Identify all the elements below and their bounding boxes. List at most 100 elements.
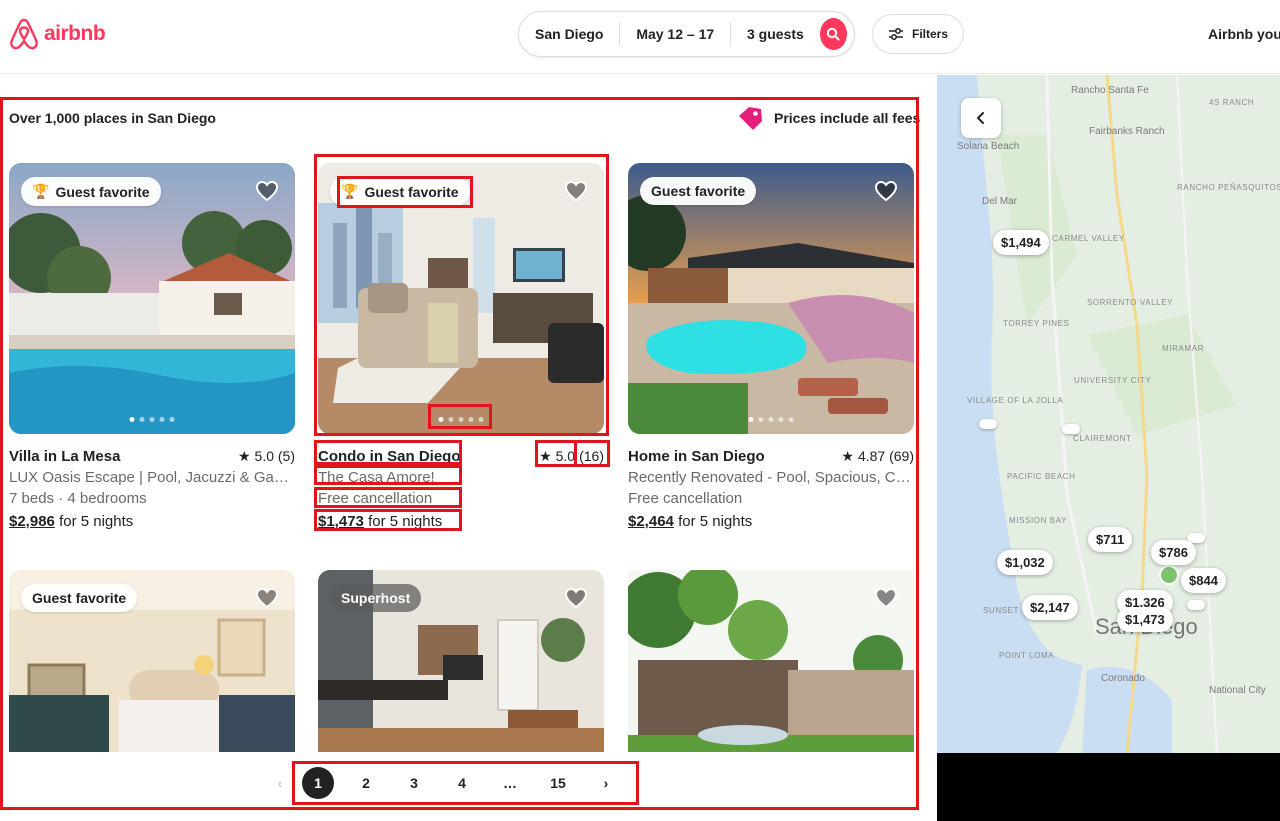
listing-subtitle: Recently Renovated - Pool, Spacious, Cen…	[628, 469, 914, 486]
rating-text: 5.0 (5)	[254, 448, 295, 464]
listing-detail: 7 beds · 4 bedrooms	[9, 490, 147, 507]
prev-page-icon[interactable]: ‹	[274, 767, 286, 799]
collapse-map-button[interactable]	[961, 98, 1001, 138]
listing-photo[interactable]: 🏆 Guest favorite	[9, 163, 295, 434]
listing-subtitle: The Casa Amore!	[318, 469, 435, 486]
top-header: airbnb San Diego May 12 – 17 3 guests Fi…	[0, 0, 1280, 74]
listing-card[interactable]: Superhost	[318, 570, 604, 752]
guest-favorite-badge: Guest favorite	[640, 177, 757, 205]
rating-text: 4.87 (69)	[857, 448, 914, 464]
badge-label: Guest favorite	[364, 183, 459, 200]
price-marker[interactable]: $1,032	[997, 550, 1053, 575]
search-guests[interactable]: 3 guests	[731, 26, 820, 42]
page-1[interactable]: 1	[302, 767, 334, 799]
photo-carousel-dots[interactable]	[129, 417, 175, 422]
results-count: Over 1,000 places in San Diego	[9, 110, 216, 126]
badge-label: Guest favorite	[651, 183, 746, 199]
map-label: Coronado	[1101, 673, 1145, 684]
badge-label: Guest favorite	[32, 590, 127, 606]
next-page-icon[interactable]: ›	[590, 767, 622, 799]
listing-card[interactable]: Guest favorite	[9, 570, 295, 752]
listing-detail: Free cancellation	[628, 490, 743, 507]
host-link[interactable]: Airbnb you	[1208, 26, 1280, 42]
badge-label: Guest favorite	[55, 183, 150, 200]
map-label: Rancho Santa Fe	[1071, 85, 1149, 96]
listing-photo[interactable]: 🏆 Guest favorite	[318, 163, 604, 434]
page-4[interactable]: 4	[446, 767, 478, 799]
price-marker[interactable]: $786	[1151, 540, 1196, 565]
page-15[interactable]: 15	[542, 767, 574, 799]
trophy-icon: 🏆	[32, 183, 50, 199]
price-marker[interactable]: $1,473	[1117, 607, 1173, 632]
photo-carousel-dots[interactable]	[438, 417, 484, 422]
trophy-icon: 🏆	[341, 183, 359, 199]
listing-photo[interactable]: Superhost	[318, 570, 604, 752]
listing-card[interactable]	[628, 570, 914, 752]
map-marker[interactable]	[1062, 424, 1080, 434]
listing-card[interactable]: 🏆 Guest favorite Villa in La Mesa ★ 5.0 (…	[9, 163, 295, 532]
map-terrain	[937, 75, 1237, 753]
map-label: National City	[1209, 685, 1266, 696]
price-marker[interactable]: $2,147	[1022, 595, 1078, 620]
listing-rating: ★ 5.0 (5)	[238, 446, 295, 467]
listing-photo[interactable]: Guest favorite	[628, 163, 914, 434]
search-button[interactable]	[819, 18, 847, 50]
search-dates[interactable]: May 12 – 17	[620, 26, 730, 42]
map-label: Solana Beach	[957, 141, 1020, 152]
map-marker[interactable]	[979, 419, 997, 429]
listing-photo[interactable]	[628, 570, 914, 752]
listing-photo[interactable]: Guest favorite	[9, 570, 295, 752]
map-label: CARMEL VALLEY	[1052, 234, 1125, 243]
map-label: 4S RANCH	[1209, 98, 1255, 107]
page-3[interactable]: 3	[398, 767, 430, 799]
garden-patio-image	[628, 570, 914, 752]
map-label: VILLAGE OF LA JOLLA	[967, 396, 1064, 405]
map-panel[interactable]: Rancho Santa Fe 4S RANCH Solana Beach Fa…	[937, 75, 1280, 753]
map-marker[interactable]	[1187, 600, 1205, 610]
price-marker[interactable]: $711	[1088, 527, 1133, 552]
price-marker[interactable]: $1,494	[993, 230, 1049, 255]
star-icon: ★	[237, 448, 251, 464]
heart-icon[interactable]	[255, 586, 279, 610]
superhost-badge: Superhost	[330, 584, 422, 612]
listing-subtitle: LUX Oasis Escape | Pool, Jacuzzi & Game …	[9, 469, 295, 486]
rating-value: 5.0	[555, 448, 576, 464]
listing-card[interactable]: Guest favorite Home in San Diego ★ 4.87 (…	[628, 163, 914, 532]
filters-button[interactable]: Filters	[872, 14, 964, 54]
photo-carousel-dots[interactable]	[748, 417, 794, 422]
airbnb-logo[interactable]: airbnb	[8, 17, 106, 51]
guest-favorite-badge: 🏆 Guest favorite	[21, 177, 161, 206]
map-label: CLAIREMONT	[1073, 434, 1132, 443]
price-marker[interactable]: $844	[1181, 568, 1226, 593]
listing-rating: ★ 4.87 (69)	[841, 446, 914, 467]
price-suffix: for 5 nights	[368, 513, 443, 530]
search-location[interactable]: San Diego	[519, 26, 619, 42]
blank-area	[937, 753, 1280, 821]
listing-card[interactable]: 🏆 Guest favorite Condo in San Diego ★ 5.0…	[318, 163, 604, 532]
prices-note[interactable]: Prices include all fees	[736, 105, 920, 131]
price-amount: $2,464	[628, 513, 674, 530]
map-label: Del Mar	[982, 196, 1018, 207]
listing-price[interactable]: $1,473 for 5 nights	[318, 511, 604, 532]
heart-icon[interactable]	[564, 179, 588, 203]
heart-icon[interactable]	[874, 179, 898, 203]
heart-icon[interactable]	[564, 586, 588, 610]
price-suffix: for 5 nights	[59, 513, 134, 530]
listing-detail: Free cancellation	[318, 490, 433, 507]
results-panel: Over 1,000 places in San Diego Prices in…	[0, 75, 937, 821]
price-amount: $1,473	[318, 513, 364, 530]
price-amount: $2,986	[9, 513, 55, 530]
sliders-icon	[888, 28, 903, 40]
listing-rating: ★ 5.0 (16)	[539, 446, 604, 467]
badge-label: Superhost	[341, 590, 411, 606]
map-label: MISSION BAY	[1009, 516, 1068, 525]
heart-icon[interactable]	[255, 179, 279, 203]
heart-icon[interactable]	[874, 586, 898, 610]
star-icon: ★	[539, 448, 552, 464]
map-label: Fairbanks Ranch	[1089, 126, 1165, 137]
page-2[interactable]: 2	[350, 767, 382, 799]
listing-price[interactable]: $2,986 for 5 nights	[9, 511, 295, 532]
search-bar[interactable]: San Diego May 12 – 17 3 guests	[518, 11, 855, 57]
map-highlight-marker[interactable]	[1159, 565, 1179, 585]
listing-price[interactable]: $2,464 for 5 nights	[628, 511, 914, 532]
